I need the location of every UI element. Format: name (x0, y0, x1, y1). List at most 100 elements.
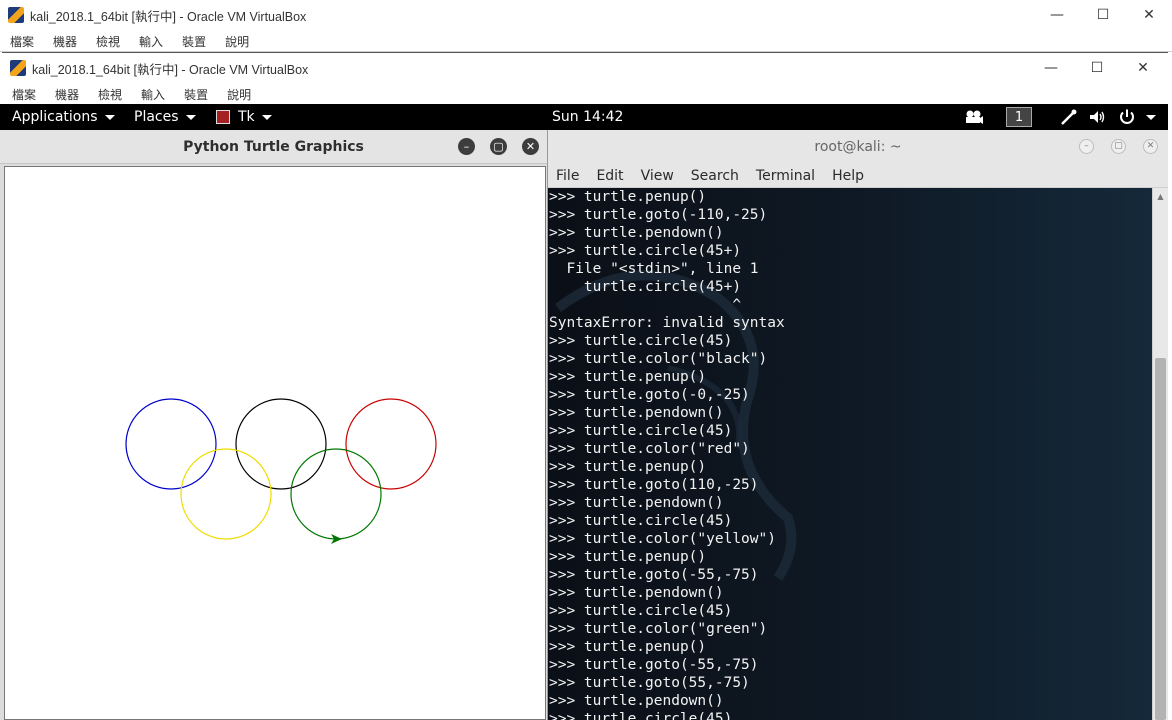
vbox-inner-titlebar[interactable]: kali_2018.1_64bit [執行中] - Oracle VM Virt… (2, 53, 1168, 83)
terminal-line: >>> turtle.color("red") (549, 441, 750, 457)
tk-label: Tk (238, 109, 255, 125)
vbox-menu-view[interactable]: 檢視 (98, 86, 122, 103)
minimize-icon[interactable]: — (1028, 53, 1074, 83)
terminal-menu-help[interactable]: Help (832, 168, 864, 184)
vbox-outer-menubar: 檔案 機器 檢視 輸入 裝置 說明 (0, 30, 1172, 52)
tk-app-menu[interactable]: Tk (216, 104, 272, 130)
terminal-output[interactable]: >>> turtle.penup() >>> turtle.goto(-110,-… (548, 188, 1152, 720)
tray-cluster[interactable] (964, 104, 984, 130)
terminal-line: >>> turtle.circle(45) (549, 711, 733, 720)
vbox-outer-title: kali_2018.1_64bit [執行中] - Oracle VM Virt… (30, 9, 307, 24)
close-icon[interactable]: ✕ (1126, 0, 1172, 30)
terminal-line: >>> turtle.penup() (549, 459, 707, 475)
terminal-window: root@kali: ~ – ▢ ✕ File Edit View Search… (548, 130, 1168, 720)
minimize-icon[interactable]: – (458, 138, 475, 155)
chevron-down-icon (1146, 114, 1156, 120)
chevron-down-icon (261, 114, 272, 120)
clock-label: Sun 14:42 (552, 109, 624, 125)
virtualbox-app-icon (10, 60, 26, 76)
ring-red (345, 398, 437, 490)
vbox-menu-machine[interactable]: 機器 (55, 86, 79, 103)
terminal-menu-terminal[interactable]: Terminal (756, 168, 815, 184)
scrollbar-thumb[interactable] (1155, 358, 1166, 720)
terminal-line: >>> turtle.color("yellow") (549, 531, 776, 547)
maximize-icon[interactable]: ☐ (1074, 53, 1120, 83)
clock[interactable]: Sun 14:42 (552, 104, 623, 130)
volume-icon (1090, 111, 1105, 123)
terminal-line: >>> turtle.penup() (549, 639, 707, 655)
terminal-line: >>> turtle.penup() (549, 549, 707, 565)
applications-menu[interactable]: Applications (12, 104, 115, 130)
terminal-line: >>> turtle.goto(110,-25) (549, 477, 759, 493)
turtle-window-title: Python Turtle Graphics (183, 138, 364, 155)
vbox-inner-menubar: 檔案 機器 檢視 輸入 裝置 說明 (2, 83, 1168, 105)
power-icon (1120, 109, 1134, 124)
terminal-line: >>> turtle.circle(45) (549, 333, 733, 349)
camera-record-icon (966, 110, 983, 124)
terminal-menu-edit[interactable]: Edit (596, 168, 623, 184)
tk-app-icon (216, 110, 230, 124)
ring-yellow (180, 448, 272, 540)
terminal-line: SyntaxError: invalid syntax (549, 315, 785, 331)
scroll-up-icon[interactable]: ▲ (1153, 188, 1168, 204)
maximize-icon[interactable]: ▢ (490, 138, 507, 155)
terminal-line: >>> turtle.color("green") (549, 621, 768, 637)
terminal-line: >>> turtle.goto(-110,-25) (549, 207, 768, 223)
terminal-title: root@kali: ~ (814, 139, 902, 155)
turtle-window-controls: – ▢ ✕ (443, 138, 539, 155)
olympic-rings-drawing (125, 398, 437, 544)
virtualbox-app-icon (8, 7, 24, 23)
terminal-line: >>> turtle.circle(45+) (549, 243, 742, 259)
vbox-inner-title: kali_2018.1_64bit [執行中] - Oracle VM Virt… (32, 62, 309, 77)
terminal-menu-file[interactable]: File (556, 168, 579, 184)
terminal-titlebar[interactable]: root@kali: ~ – ▢ ✕ (548, 130, 1168, 164)
terminal-line: >>> turtle.pendown() (549, 405, 724, 421)
terminal-line: >>> turtle.circle(45) (549, 603, 733, 619)
vbox-menu-devices[interactable]: 裝置 (182, 33, 206, 50)
terminal-line: >>> turtle.circle(45) (549, 423, 733, 439)
terminal-lines: >>> turtle.penup() >>> turtle.goto(-110,-… (548, 188, 1152, 720)
maximize-icon[interactable]: ▢ (1111, 139, 1126, 154)
turtle-graphics-window: Python Turtle Graphics – ▢ ✕ (0, 130, 548, 720)
vbox-menu-input[interactable]: 輸入 (141, 86, 165, 103)
ring-green (290, 448, 382, 540)
close-icon[interactable]: ✕ (1120, 53, 1166, 83)
terminal-menu-search[interactable]: Search (691, 168, 739, 184)
vbox-outer-titlebar[interactable]: kali_2018.1_64bit [執行中] - Oracle VM Virt… (0, 0, 1172, 30)
terminal-line: turtle.circle(45+) (549, 279, 742, 295)
terminal-line: >>> turtle.pendown() (549, 225, 724, 241)
turtle-canvas[interactable] (4, 166, 546, 720)
workspace-indicator[interactable]: 1 (1006, 104, 1032, 130)
vbox-outer-window-controls: — ☐ ✕ (1034, 0, 1172, 30)
terminal-line: >>> turtle.color("black") (549, 351, 768, 367)
vbox-menu-help[interactable]: 說明 (225, 33, 249, 50)
close-icon[interactable]: ✕ (1143, 139, 1158, 154)
vbox-menu-file[interactable]: 檔案 (10, 33, 34, 50)
ring-black (235, 398, 327, 490)
vbox-menu-view[interactable]: 檢視 (96, 33, 120, 50)
vbox-menu-input[interactable]: 輸入 (139, 33, 163, 50)
vbox-menu-file[interactable]: 檔案 (12, 86, 36, 103)
terminal-line: >>> turtle.circle(45) (549, 513, 733, 529)
close-icon[interactable]: ✕ (522, 138, 539, 155)
vbox-inner-window-controls: — ☐ ✕ (1028, 53, 1166, 83)
terminal-line: >>> turtle.goto(-55,-75) (549, 567, 759, 583)
terminal-window-controls: – ▢ ✕ (1062, 139, 1158, 154)
virtualbox-window-inner: kali_2018.1_64bit [執行中] - Oracle VM Virt… (2, 52, 1168, 104)
minimize-icon[interactable]: – (1079, 139, 1094, 154)
applications-label: Applications (12, 109, 98, 125)
terminal-scrollbar[interactable]: ▲ (1152, 188, 1168, 720)
vbox-menu-machine[interactable]: 機器 (53, 33, 77, 50)
terminal-menubar: File Edit View Search Terminal Help (548, 164, 1168, 188)
places-menu[interactable]: Places (134, 104, 196, 130)
terminal-line: >>> turtle.penup() (549, 189, 707, 205)
minimize-icon[interactable]: — (1034, 0, 1080, 30)
chevron-down-icon (104, 114, 115, 120)
maximize-icon[interactable]: ☐ (1080, 0, 1126, 30)
terminal-menu-view[interactable]: View (641, 168, 674, 184)
turtle-titlebar[interactable]: Python Turtle Graphics – ▢ ✕ (0, 130, 547, 164)
vbox-menu-help[interactable]: 說明 (227, 86, 251, 103)
places-label: Places (134, 109, 179, 125)
system-tray[interactable] (1060, 104, 1156, 130)
vbox-menu-devices[interactable]: 裝置 (184, 86, 208, 103)
